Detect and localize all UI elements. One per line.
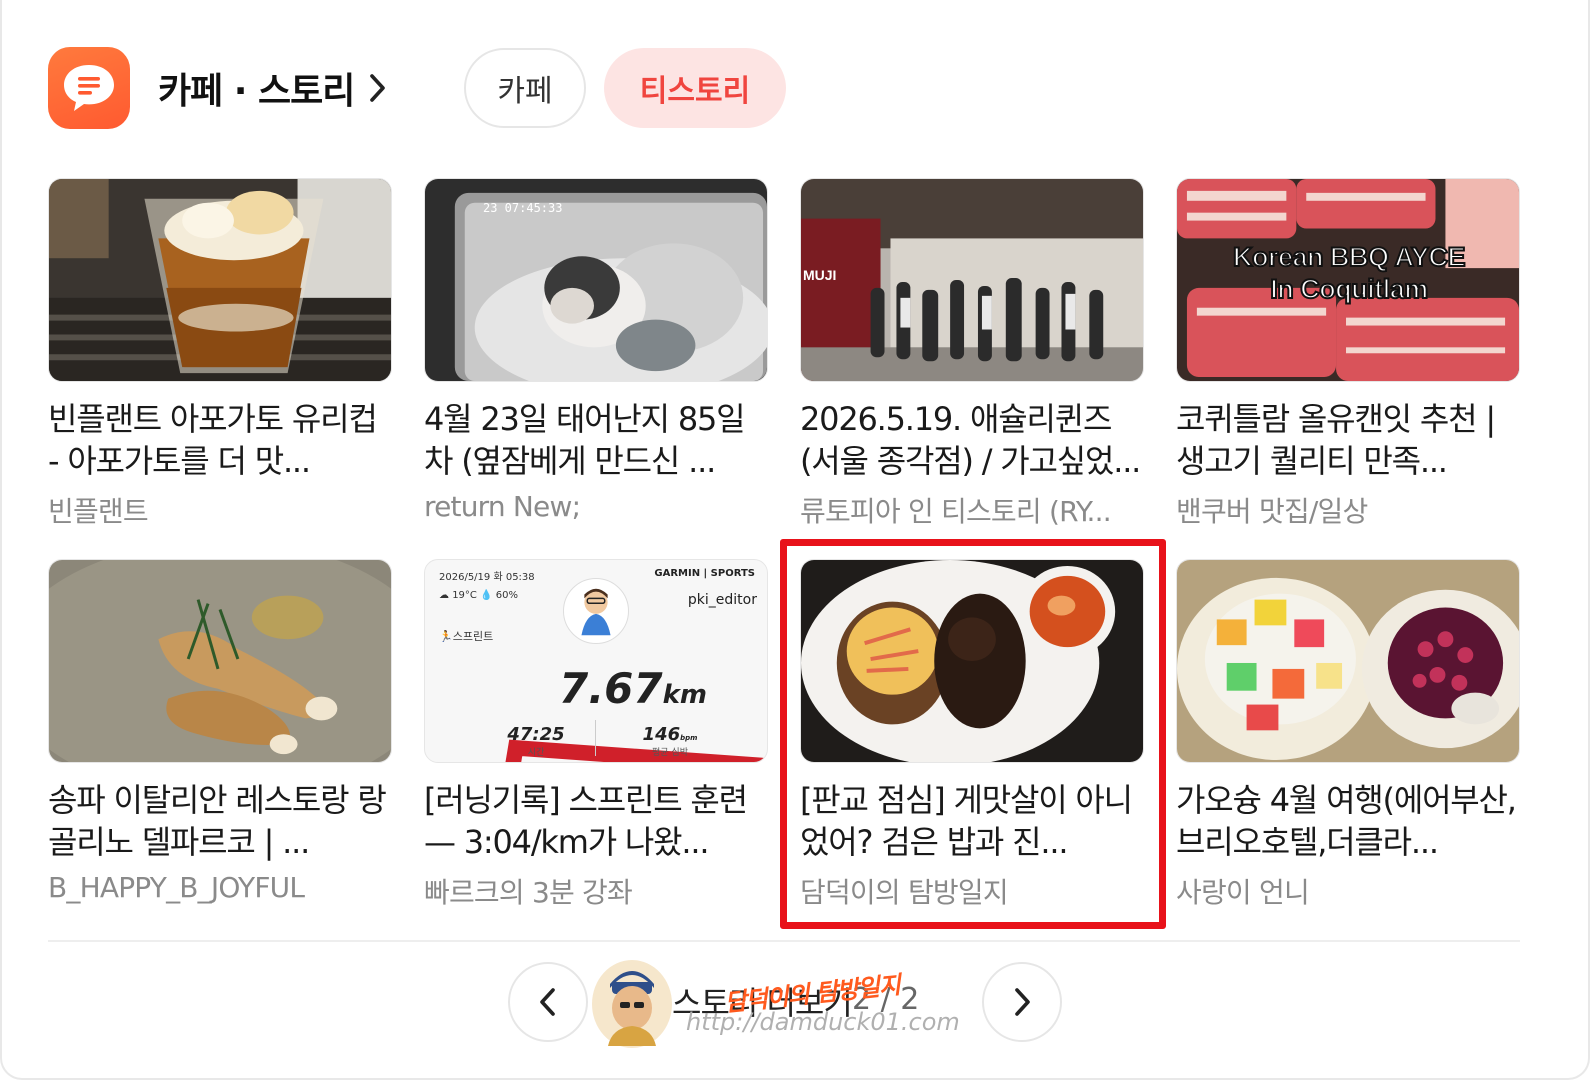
story-card[interactable]: Korean BBQ AYCE In Coquitlam 코퀴틀람 올유캔잇 추천… [1176,178,1520,530]
weather-readout: ☁ 19°C 💧 60% [439,590,518,601]
card-source: 빈플랜트 [48,495,149,528]
card-source: B_HAPPY_B_JOYFUL [48,871,305,904]
heart-rate-stat: 146bpm 평균 심박 [642,724,698,758]
card-title[interactable]: 가오슝 4월 여행(에어부산,브리오호텔,더클라... [1176,779,1520,863]
chevron-left-icon [540,988,555,1016]
story-card[interactable]: 2026/5/19 화 05:38 GARMIN | SPORTS ☁ 19°C… [424,559,768,911]
next-page-button[interactable] [982,962,1062,1042]
card-title[interactable]: [러닝기록] 스프린트 훈련 — 3:04/km가 나왔... [424,779,768,863]
humidity-icon: 💧 [480,590,493,601]
watermark-url: http://damduck01.com [686,1008,960,1036]
chevron-right-icon [1015,988,1030,1016]
card-source: 밴쿠버 맛집/일상 [1176,495,1368,528]
widget-frame [0,0,1590,1080]
card-title[interactable]: 빈플랜트 아포가토 유리컵 - 아포가토를 더 맛... [48,398,392,482]
card-source: 류토피아 인 티스토리 (RY... [800,495,1112,528]
card-title[interactable]: 송파 이탈리안 레스토랑 랑골리노 델파르코 | ... [48,779,392,863]
card-title[interactable]: 코퀴틀람 올유캔잇 추천 | 생고기 퀄리티 만족... [1176,398,1520,482]
divider [48,940,1520,942]
korean-bbq-image[interactable]: Korean BBQ AYCE In Coquitlam [1176,178,1520,382]
affogato-glass-image[interactable] [48,178,392,382]
fruit-shaved-ice-image[interactable] [1176,559,1520,763]
activity-label: 🏃스프린트 [439,630,494,643]
roast-chicken-image[interactable] [48,559,392,763]
card-source: 빠르크의 3분 강좌 [424,876,633,909]
story-card[interactable]: 가오슝 4월 여행(에어부산,브리오호텔,더클라... 사랑이 언니 [1176,559,1520,911]
chat-bubble-icon[interactable] [48,47,130,129]
chevron-right-icon[interactable] [368,71,388,105]
store-crowd-image[interactable]: MUJI [800,178,1144,382]
story-card[interactable]: MUJI 2026.5.19. 애슐리퀸즈(서울 종각점) / 가고싶었... … [800,178,1144,530]
card-title[interactable]: 4월 23일 태어난지 85일차 (옆잠베게 만드신 ... [424,398,768,482]
story-card[interactable]: 빈플랜트 아포가토 유리컵 - 아포가토를 더 맛... 빈플랜트 [48,178,392,530]
card-source: 사랑이 언니 [1176,876,1310,909]
card-title[interactable]: [판교 점심] 게맛살이 아니었어? 검은 밥과 진... [800,779,1144,863]
thumbnail-caption: Korean BBQ AYCE In Coquitlam [1232,241,1467,305]
cloud-icon: ☁ [439,590,449,601]
section-header: 카페 · 스토리 [48,46,388,130]
watermark-avatar [590,958,674,1050]
camera-timestamp: 23 07:45:33 [483,201,563,215]
fried-rice-plate-image[interactable] [800,559,1144,763]
store-sign: MUJI [803,267,837,283]
story-card[interactable]: 송파 이탈리안 레스토랑 랑골리노 델파르코 | ... B_HAPPY_B_J… [48,559,392,904]
baby-camera-image[interactable]: 23 07:45:33 [424,178,768,382]
story-card[interactable]: 23 07:45:33 4월 23일 태어난지 85일차 (옆잠베게 만드신 .… [424,178,768,523]
card-source: 담덕이의 탐방일지 [800,876,1009,909]
runner-icon: 🏃 [439,630,453,643]
card-title[interactable]: 2026.5.19. 애슐리퀸즈(서울 종각점) / 가고싶었... [800,398,1144,482]
section-title[interactable]: 카페 · 스토리 [158,62,355,114]
tab-cafe[interactable]: 카페 [464,48,586,128]
prev-page-button[interactable] [508,962,588,1042]
stat-divider [595,720,596,756]
running-record-image[interactable]: 2026/5/19 화 05:38 GARMIN | SPORTS ☁ 19°C… [424,559,768,763]
story-card[interactable]: [판교 점심] 게맛살이 아니었어? 검은 밥과 진... 담덕이의 탐방일지 [800,559,1144,911]
distance-readout: 7.67km [559,664,708,713]
card-source: return New; [424,490,581,523]
time-stat: 47:25 시간 [507,724,565,758]
story-more-button[interactable]: 스토리 더보기 2 / 2 담덕이의 탐방일지 http://damduck01… [590,952,970,1052]
tab-tistory[interactable]: 티스토리 [604,48,786,128]
runner-avatar [563,578,629,644]
